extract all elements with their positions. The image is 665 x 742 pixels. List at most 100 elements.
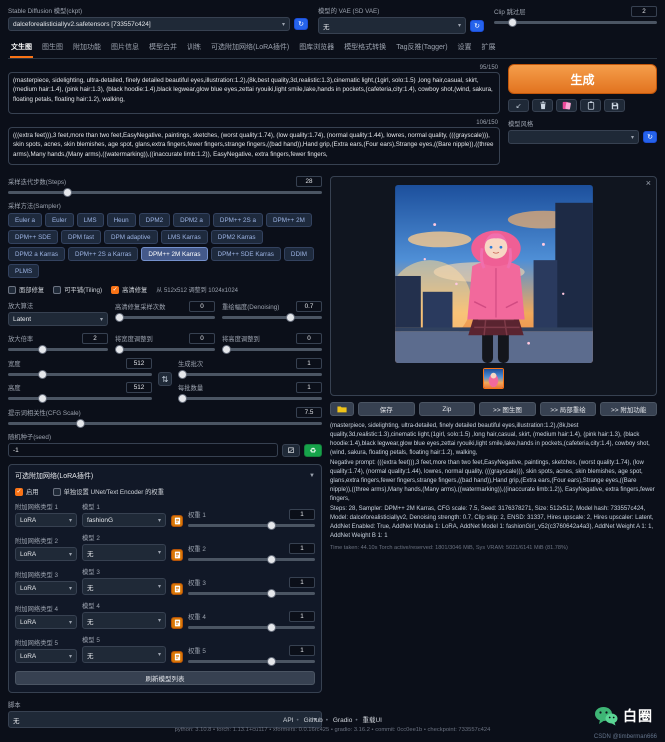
refresh-models-button[interactable]: 刷新模型列表 [15, 671, 315, 685]
open-folder-button[interactable] [330, 402, 354, 416]
steps-slider[interactable] [8, 191, 322, 194]
batch-size-slider[interactable] [178, 397, 322, 400]
sampler-option[interactable]: DPM++ SDE [8, 230, 58, 244]
sampler-option[interactable]: DPM++ 2S a Karras [68, 247, 138, 261]
batch-count-slider[interactable] [178, 373, 322, 376]
vae-select[interactable]: 无 ▾ [318, 17, 466, 34]
lora-weight-number-input[interactable] [289, 645, 315, 656]
upscale-by-slider[interactable] [8, 348, 108, 351]
sampler-option[interactable]: DPM++ 2M Karras [141, 247, 207, 261]
negative-prompt-input[interactable]: (((extra feet))),3 feet,more than two fe… [8, 127, 500, 165]
hires-fix-checkbox[interactable]: ✓ 高清修复 [111, 285, 147, 294]
lora-type-select[interactable]: LoRA ▾ [15, 649, 77, 663]
sampler-option[interactable]: Heun [107, 213, 136, 227]
tab[interactable]: 模型合并 [148, 39, 178, 58]
gallery-thumbnail[interactable] [483, 368, 504, 389]
lora-model-select[interactable]: fashionG ▾ [82, 513, 166, 527]
width-number-input[interactable] [126, 358, 152, 369]
clip-skip-slider[interactable] [494, 21, 657, 24]
lora-type-select[interactable]: LoRA ▾ [15, 513, 77, 527]
lora-type-select[interactable]: LoRA ▾ [15, 581, 77, 595]
sampler-option[interactable]: DPM2 Karras [211, 230, 263, 244]
tab[interactable]: 图库浏览器 [298, 39, 335, 58]
cfg-number-input[interactable] [296, 407, 322, 418]
height-number-input[interactable] [126, 382, 152, 393]
sampler-option[interactable]: DDIM [284, 247, 314, 261]
lora-metadata-button[interactable] [171, 515, 183, 527]
extra-networks-button[interactable] [556, 99, 577, 112]
tab[interactable]: 附加功能 [72, 39, 102, 58]
gradio-link[interactable]: Gradio [333, 717, 353, 724]
sampler-option[interactable]: DPM fast [61, 230, 101, 244]
tab[interactable]: 模型格式转换 [343, 39, 387, 58]
lora-model-select[interactable]: 无 ▾ [82, 578, 166, 595]
apply-style-button[interactable] [580, 99, 601, 112]
resize-height-number-input[interactable] [296, 333, 322, 344]
lora-weight-slider[interactable] [188, 524, 315, 527]
tab[interactable]: 训练 [186, 39, 202, 58]
sampler-option[interactable]: DPM adaptive [104, 230, 158, 244]
sampler-option[interactable]: DPM++ 2M [266, 213, 312, 227]
send-to-inpaint-button[interactable]: >> 局部重绘 [540, 402, 597, 416]
lora-weight-slider[interactable] [188, 558, 315, 561]
resize-width-number-input[interactable] [189, 333, 215, 344]
batch-count-number-input[interactable] [296, 358, 322, 369]
sampler-option[interactable]: DPM2 [139, 213, 171, 227]
save-style-button[interactable] [604, 99, 625, 112]
lora-weight-number-input[interactable] [289, 611, 315, 622]
lora-metadata-button[interactable] [171, 617, 183, 629]
paste-params-button[interactable]: ↙ [508, 99, 529, 112]
sampler-option[interactable]: LMS Karras [161, 230, 208, 244]
addnet-accordion-header[interactable]: 可选附加网络(LoRA插件) ▼ [15, 471, 315, 481]
checkpoint-select[interactable]: dalceforealisticiallyv2.safetensors [733… [8, 17, 290, 31]
lora-weight-slider[interactable] [188, 592, 315, 595]
sampler-option[interactable]: DPM++ SDE Karras [211, 247, 281, 261]
prompt-input[interactable]: (masterpiece, sidelighting, ultra-detail… [8, 72, 500, 114]
cfg-slider[interactable] [8, 422, 322, 425]
lora-weight-number-input[interactable] [289, 543, 315, 554]
upscaler-select[interactable]: Latent ▾ [8, 312, 108, 326]
save-button[interactable]: 保存 [358, 402, 415, 416]
lora-model-select[interactable]: 无 ▾ [82, 646, 166, 663]
batch-size-number-input[interactable] [296, 382, 322, 393]
generate-button[interactable]: 生成 [508, 64, 657, 94]
width-slider[interactable] [8, 373, 152, 376]
height-slider[interactable] [8, 397, 152, 400]
sampler-option[interactable]: PLMS [8, 264, 39, 278]
upscale-by-number-input[interactable] [82, 333, 108, 344]
close-icon[interactable]: × [646, 178, 651, 188]
hires-steps-slider[interactable] [115, 316, 215, 319]
clip-skip-number-input[interactable] [631, 6, 657, 17]
lora-weight-slider[interactable] [188, 660, 315, 663]
sampler-option[interactable]: LMS [77, 213, 104, 227]
lora-weight-number-input[interactable] [289, 509, 315, 520]
sampler-option[interactable]: Euler [45, 213, 74, 227]
reload-ui-link[interactable]: 重载UI [362, 717, 382, 724]
lora-type-select[interactable]: LoRA ▾ [15, 547, 77, 561]
lora-metadata-button[interactable] [171, 549, 183, 561]
refresh-vae-button[interactable]: ↻ [470, 20, 484, 32]
clear-prompt-button[interactable] [532, 99, 553, 112]
sampler-option[interactable]: DPM2 a Karras [8, 247, 65, 261]
random-seed-button[interactable]: ⚂ [282, 444, 300, 457]
tab[interactable]: 图片信息 [110, 39, 140, 58]
lora-type-select[interactable]: LoRA ▾ [15, 615, 77, 629]
generated-image[interactable] [395, 185, 593, 363]
api-link[interactable]: API [283, 717, 293, 724]
addnet-enable-checkbox[interactable]: ✓ 启用 [15, 487, 39, 496]
denoising-number-input[interactable] [296, 301, 322, 312]
send-to-extras-button[interactable]: >> 附加功能 [600, 402, 657, 416]
refresh-styles-button[interactable]: ↻ [643, 131, 657, 143]
send-to-img2img-button[interactable]: >> 图生图 [479, 402, 536, 416]
resize-width-slider[interactable] [115, 348, 215, 351]
zip-button[interactable]: Zip [419, 402, 476, 416]
sampler-option[interactable]: DPM2 a [173, 213, 210, 227]
tab[interactable]: Tag反推(Tagger) [395, 39, 448, 58]
sampler-option[interactable]: Euler a [8, 213, 42, 227]
tab[interactable]: 可选附加网络(LoRA插件) [210, 39, 290, 58]
styles-select[interactable]: ▾ [508, 130, 639, 144]
tiling-checkbox[interactable]: 可平铺(Tiling) [53, 285, 102, 294]
resize-height-slider[interactable] [222, 348, 322, 351]
tab[interactable]: 文生图 [10, 39, 33, 58]
restore-faces-checkbox[interactable]: 面部修复 [8, 285, 44, 294]
